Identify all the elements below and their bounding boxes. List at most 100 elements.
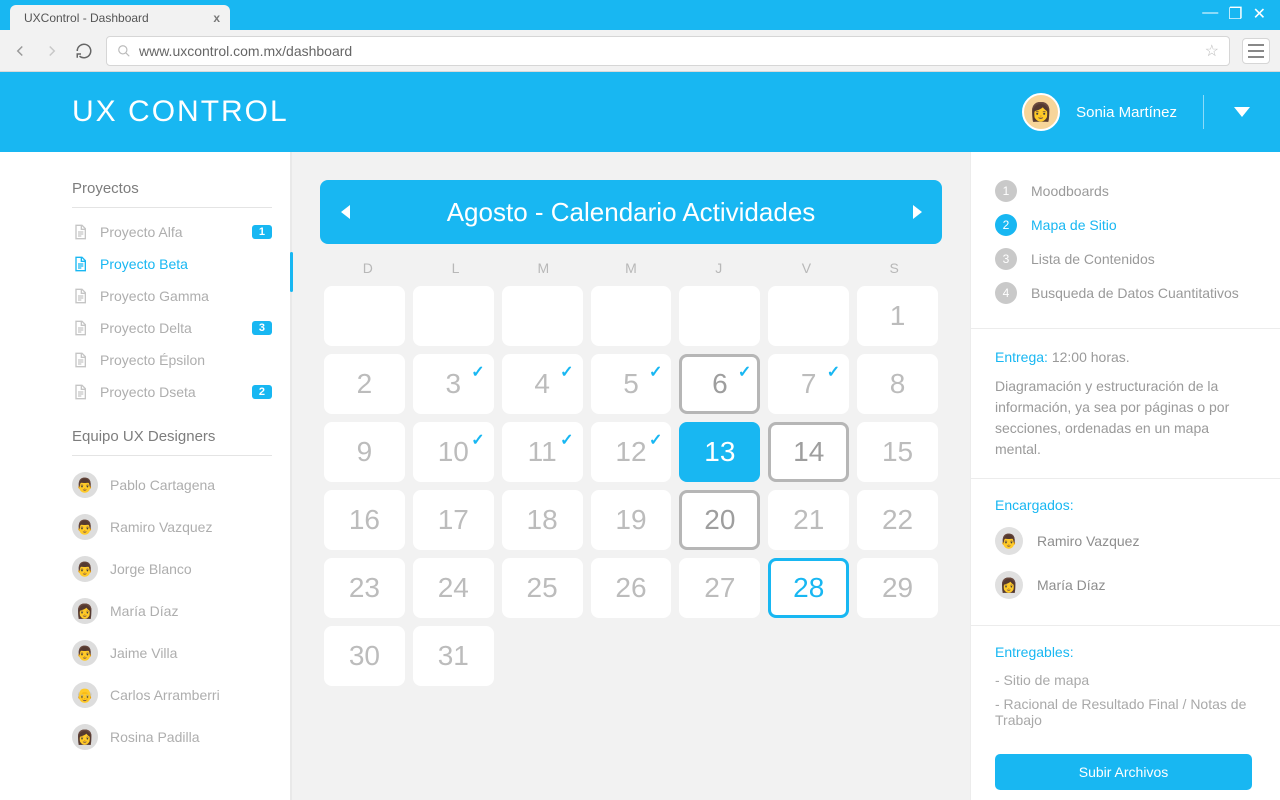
- calendar-day[interactable]: 18: [502, 490, 583, 550]
- calendar-day[interactable]: 3✓: [413, 354, 494, 414]
- user-menu[interactable]: 👩 Sonia Martínez: [1022, 93, 1250, 131]
- project-item[interactable]: Proyecto Alfa1: [72, 216, 272, 248]
- workflow-step[interactable]: 1Moodboards: [995, 174, 1252, 208]
- calendar-day[interactable]: 9: [324, 422, 405, 482]
- assignees-heading: Encargados:: [995, 497, 1252, 513]
- calendar-day[interactable]: 13: [679, 422, 760, 482]
- calendar-day[interactable]: 25: [502, 558, 583, 618]
- calendar-day[interactable]: 30: [324, 626, 405, 686]
- details-panel: 1Moodboards2Mapa de Sitio3Lista de Conte…: [970, 152, 1280, 800]
- brand-logo: UX CONTROL: [72, 95, 289, 129]
- dow-label: M: [499, 260, 587, 276]
- calendar-day[interactable]: 6✓: [679, 354, 760, 414]
- delivery-label: Entrega:: [995, 349, 1048, 365]
- calendar-day[interactable]: 14: [768, 422, 849, 482]
- step-number: 1: [995, 180, 1017, 202]
- reload-icon[interactable]: [74, 41, 94, 61]
- calendar-day[interactable]: 27: [679, 558, 760, 618]
- deliverable-item: - Sitio de mapa: [995, 668, 1252, 692]
- step-label: Busqueda de Datos Cuantitativos: [1031, 285, 1239, 301]
- team-member[interactable]: 👩Rosina Padilla: [72, 716, 272, 758]
- close-tab-icon[interactable]: x: [213, 11, 220, 25]
- team-heading: Equipo UX Designers: [72, 422, 272, 456]
- calendar-day[interactable]: 1: [857, 286, 938, 346]
- calendar-day[interactable]: 2: [324, 354, 405, 414]
- close-window-icon[interactable]: ✕: [1253, 4, 1266, 24]
- calendar-month: Agosto -: [447, 197, 551, 227]
- maximize-icon[interactable]: ❐: [1228, 4, 1242, 24]
- assignee: 👩María Díaz: [995, 563, 1252, 607]
- calendar-day[interactable]: 28: [768, 558, 849, 618]
- calendar-empty-cell: [502, 286, 583, 346]
- calendar-day[interactable]: 19: [591, 490, 672, 550]
- calendar-day[interactable]: 4✓: [502, 354, 583, 414]
- check-icon: ✓: [738, 362, 751, 382]
- calendar-day[interactable]: 8: [857, 354, 938, 414]
- member-name: Rosina Padilla: [110, 729, 200, 745]
- workflow-step[interactable]: 2Mapa de Sitio: [995, 208, 1252, 242]
- assignee-avatar: 👩: [995, 571, 1023, 599]
- calendar-day[interactable]: 26: [591, 558, 672, 618]
- calendar-empty-cell: [591, 286, 672, 346]
- calendar-day[interactable]: 11✓: [502, 422, 583, 482]
- check-icon: ✓: [649, 430, 662, 450]
- calendar-day[interactable]: 16: [324, 490, 405, 550]
- calendar-day[interactable]: 15: [857, 422, 938, 482]
- project-item[interactable]: Proyecto Dseta2: [72, 376, 272, 408]
- workflow-step[interactable]: 4Busqueda de Datos Cuantitativos: [995, 276, 1252, 310]
- calendar-next-button[interactable]: [892, 180, 942, 244]
- team-member[interactable]: 👴Carlos Arramberri: [72, 674, 272, 716]
- project-item[interactable]: Proyecto Épsilon: [72, 344, 272, 376]
- member-name: Jaime Villa: [110, 645, 177, 661]
- project-label: Proyecto Épsilon: [100, 352, 205, 368]
- team-member[interactable]: 👨Jaime Villa: [72, 632, 272, 674]
- calendar-day[interactable]: 12✓: [591, 422, 672, 482]
- calendar-day[interactable]: 17: [413, 490, 494, 550]
- chevron-down-icon: [1234, 107, 1250, 117]
- brand-light: CONTROL: [118, 95, 289, 128]
- team-member[interactable]: 👨Jorge Blanco: [72, 548, 272, 590]
- dow-label: D: [324, 260, 412, 276]
- minimize-icon[interactable]: —: [1202, 4, 1218, 24]
- team-member[interactable]: 👨Pablo Cartagena: [72, 464, 272, 506]
- browser-toolbar: ☆: [0, 30, 1280, 72]
- browser-menu-icon[interactable]: [1242, 38, 1270, 64]
- back-icon[interactable]: [10, 41, 30, 61]
- workflow-step[interactable]: 3Lista de Contenidos: [995, 242, 1252, 276]
- calendar-day[interactable]: 21: [768, 490, 849, 550]
- address-bar[interactable]: ☆: [106, 36, 1230, 66]
- check-icon: ✓: [649, 362, 662, 382]
- calendar-day[interactable]: 22: [857, 490, 938, 550]
- sidebar: Proyectos Proyecto Alfa1Proyecto BetaPro…: [0, 152, 290, 800]
- user-dropdown[interactable]: [1203, 95, 1250, 129]
- calendar-day[interactable]: 31: [413, 626, 494, 686]
- calendar-day[interactable]: 7✓: [768, 354, 849, 414]
- upload-button[interactable]: Subir Archivos: [995, 754, 1252, 790]
- bookmark-icon[interactable]: ☆: [1205, 41, 1219, 61]
- project-item[interactable]: Proyecto Beta: [72, 248, 272, 280]
- calendar-day[interactable]: 29: [857, 558, 938, 618]
- forward-icon[interactable]: [42, 41, 62, 61]
- team-member[interactable]: 👩María Díaz: [72, 590, 272, 632]
- project-item[interactable]: Proyecto Gamma: [72, 280, 272, 312]
- calendar-day[interactable]: 5✓: [591, 354, 672, 414]
- chevron-right-icon: [913, 205, 922, 219]
- calendar-empty-cell: [679, 286, 760, 346]
- calendar-empty-cell: [324, 286, 405, 346]
- search-icon: [117, 44, 131, 58]
- team-member[interactable]: 👨Ramiro Vazquez: [72, 506, 272, 548]
- check-icon: ✓: [560, 362, 573, 382]
- calendar-day[interactable]: 23: [324, 558, 405, 618]
- calendar-day[interactable]: 20: [679, 490, 760, 550]
- url-input[interactable]: [139, 43, 1197, 59]
- calendar-day[interactable]: 10✓: [413, 422, 494, 482]
- calendar-prev-button[interactable]: [320, 180, 370, 244]
- projects-heading: Proyectos: [72, 174, 272, 208]
- browser-tab[interactable]: UXControl - Dashboard x: [10, 5, 230, 30]
- check-icon: ✓: [471, 362, 484, 382]
- brand-bold: UX: [72, 95, 118, 128]
- project-item[interactable]: Proyecto Delta3: [72, 312, 272, 344]
- calendar-day[interactable]: 24: [413, 558, 494, 618]
- calendar-dow-row: DLMMJVS: [324, 260, 938, 276]
- step-label: Lista de Contenidos: [1031, 251, 1155, 267]
